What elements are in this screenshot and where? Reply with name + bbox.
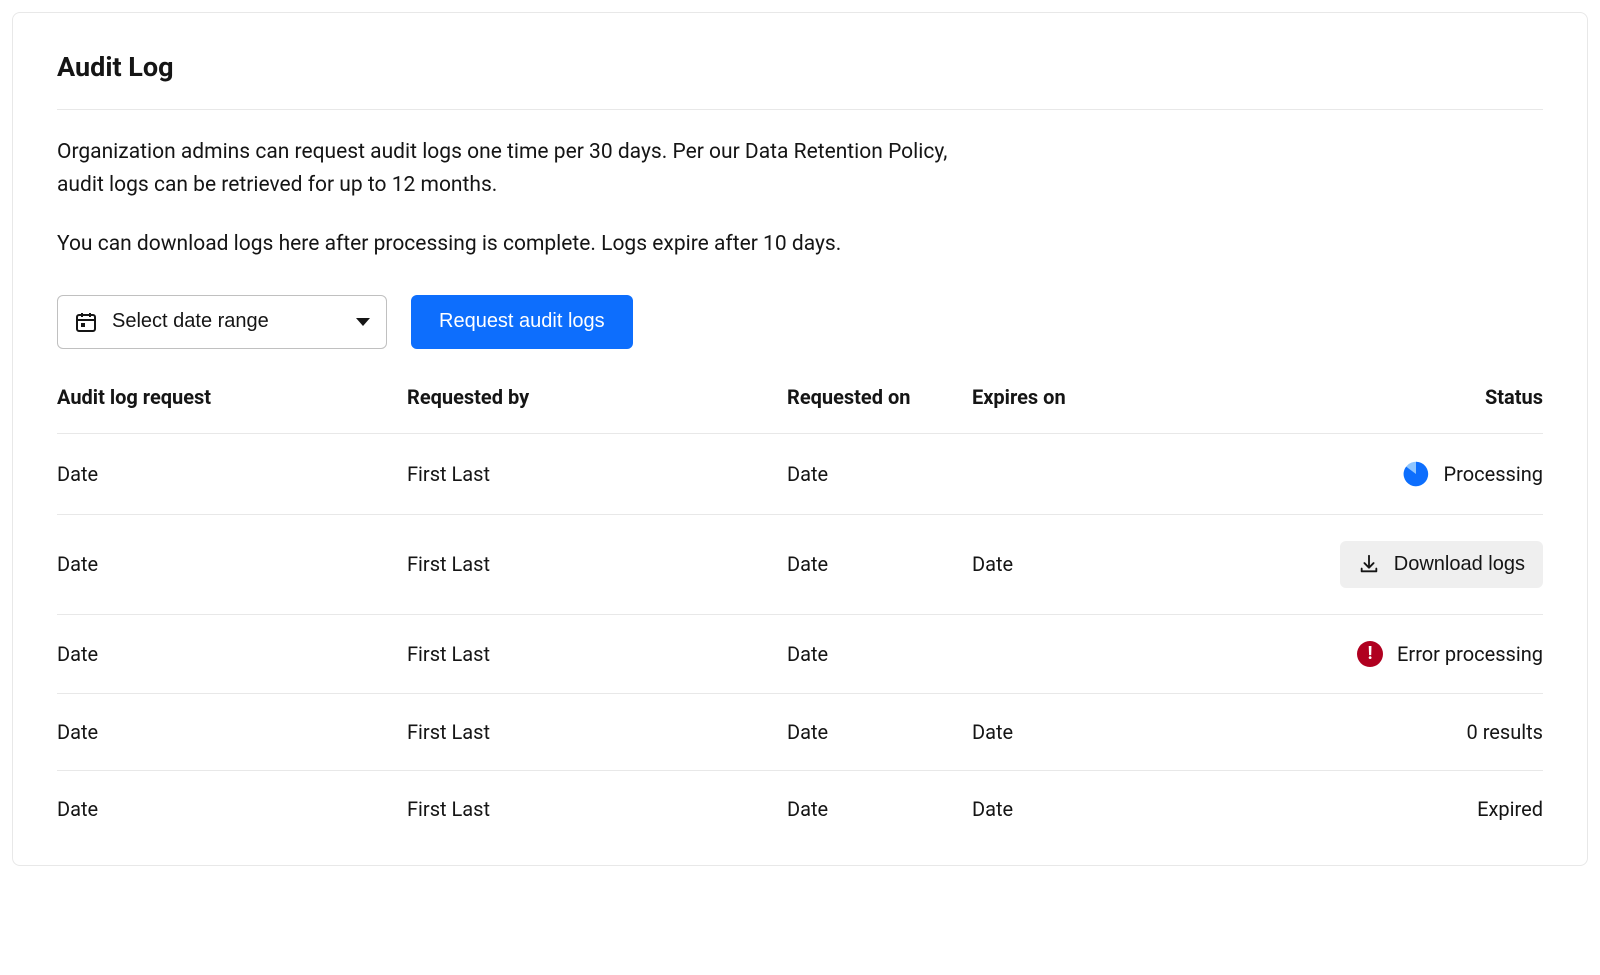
description-paragraph-1: Organization admins can request audit lo… — [57, 136, 967, 201]
cell-request: Date — [57, 642, 407, 666]
cell-request: Date — [57, 462, 407, 486]
cell-requested-by: First Last — [407, 720, 787, 744]
download-label: Download logs — [1394, 553, 1525, 576]
status-processing: Processing — [1402, 460, 1543, 488]
table-row: DateFirst LastDateDate Download logs — [57, 515, 1543, 615]
page-title: Audit Log — [57, 51, 1543, 83]
cell-requested-on: Date — [787, 642, 972, 666]
cell-requested-on: Date — [787, 797, 972, 821]
download-logs-button[interactable]: Download logs — [1340, 541, 1543, 588]
column-header-request: Audit log request — [57, 385, 407, 409]
cell-request: Date — [57, 797, 407, 821]
status-label: Processing — [1444, 462, 1543, 486]
error-icon: ! — [1357, 641, 1383, 667]
cell-status: Download logs — [1122, 541, 1543, 588]
cell-requested-by: First Last — [407, 462, 787, 486]
cell-request: Date — [57, 720, 407, 744]
cell-requested-on: Date — [787, 462, 972, 486]
cell-requested-on: Date — [787, 552, 972, 576]
cell-status: 0 results — [1122, 720, 1543, 744]
description-paragraph-2: You can download logs here after process… — [57, 229, 1543, 261]
title-divider — [57, 109, 1543, 110]
column-header-status: Status — [1122, 385, 1543, 409]
column-header-requested-on: Requested on — [787, 385, 972, 409]
cell-expires-on: Date — [972, 720, 1122, 744]
cell-expires-on: Date — [972, 552, 1122, 576]
cell-requested-by: First Last — [407, 797, 787, 821]
cell-status: Processing — [1122, 460, 1543, 488]
table-row: DateFirst LastDate! Error processing — [57, 615, 1543, 694]
table-row: DateFirst LastDate Processing — [57, 434, 1543, 515]
column-header-requested-by: Requested by — [407, 385, 787, 409]
request-audit-logs-button[interactable]: Request audit logs — [411, 295, 633, 349]
cell-request: Date — [57, 552, 407, 576]
download-icon — [1358, 553, 1380, 575]
calendar-icon — [74, 310, 98, 334]
chevron-down-icon — [356, 318, 370, 326]
status-error: ! Error processing — [1357, 641, 1543, 667]
status-label: Expired — [1477, 797, 1543, 821]
table-row: DateFirst LastDateDate0 results — [57, 694, 1543, 771]
date-range-picker[interactable]: Select date range — [57, 295, 387, 349]
date-range-label: Select date range — [112, 310, 269, 333]
cell-status: Expired — [1122, 797, 1543, 821]
controls-row: Select date range Request audit logs — [57, 295, 1543, 349]
cell-requested-by: First Last — [407, 552, 787, 576]
cell-expires-on: Date — [972, 797, 1122, 821]
cell-requested-on: Date — [787, 720, 972, 744]
cell-requested-by: First Last — [407, 642, 787, 666]
table-header: Audit log request Requested by Requested… — [57, 385, 1543, 434]
status-label: Error processing — [1397, 642, 1543, 666]
status-label: 0 results — [1467, 720, 1543, 744]
table-body: DateFirst LastDate ProcessingDateFirst L… — [57, 434, 1543, 821]
spinner-icon — [1402, 460, 1430, 488]
column-header-expires-on: Expires on — [972, 385, 1122, 409]
table-row: DateFirst LastDateDateExpired — [57, 771, 1543, 821]
audit-log-card: Audit Log Organization admins can reques… — [12, 12, 1588, 866]
cell-status: ! Error processing — [1122, 641, 1543, 667]
